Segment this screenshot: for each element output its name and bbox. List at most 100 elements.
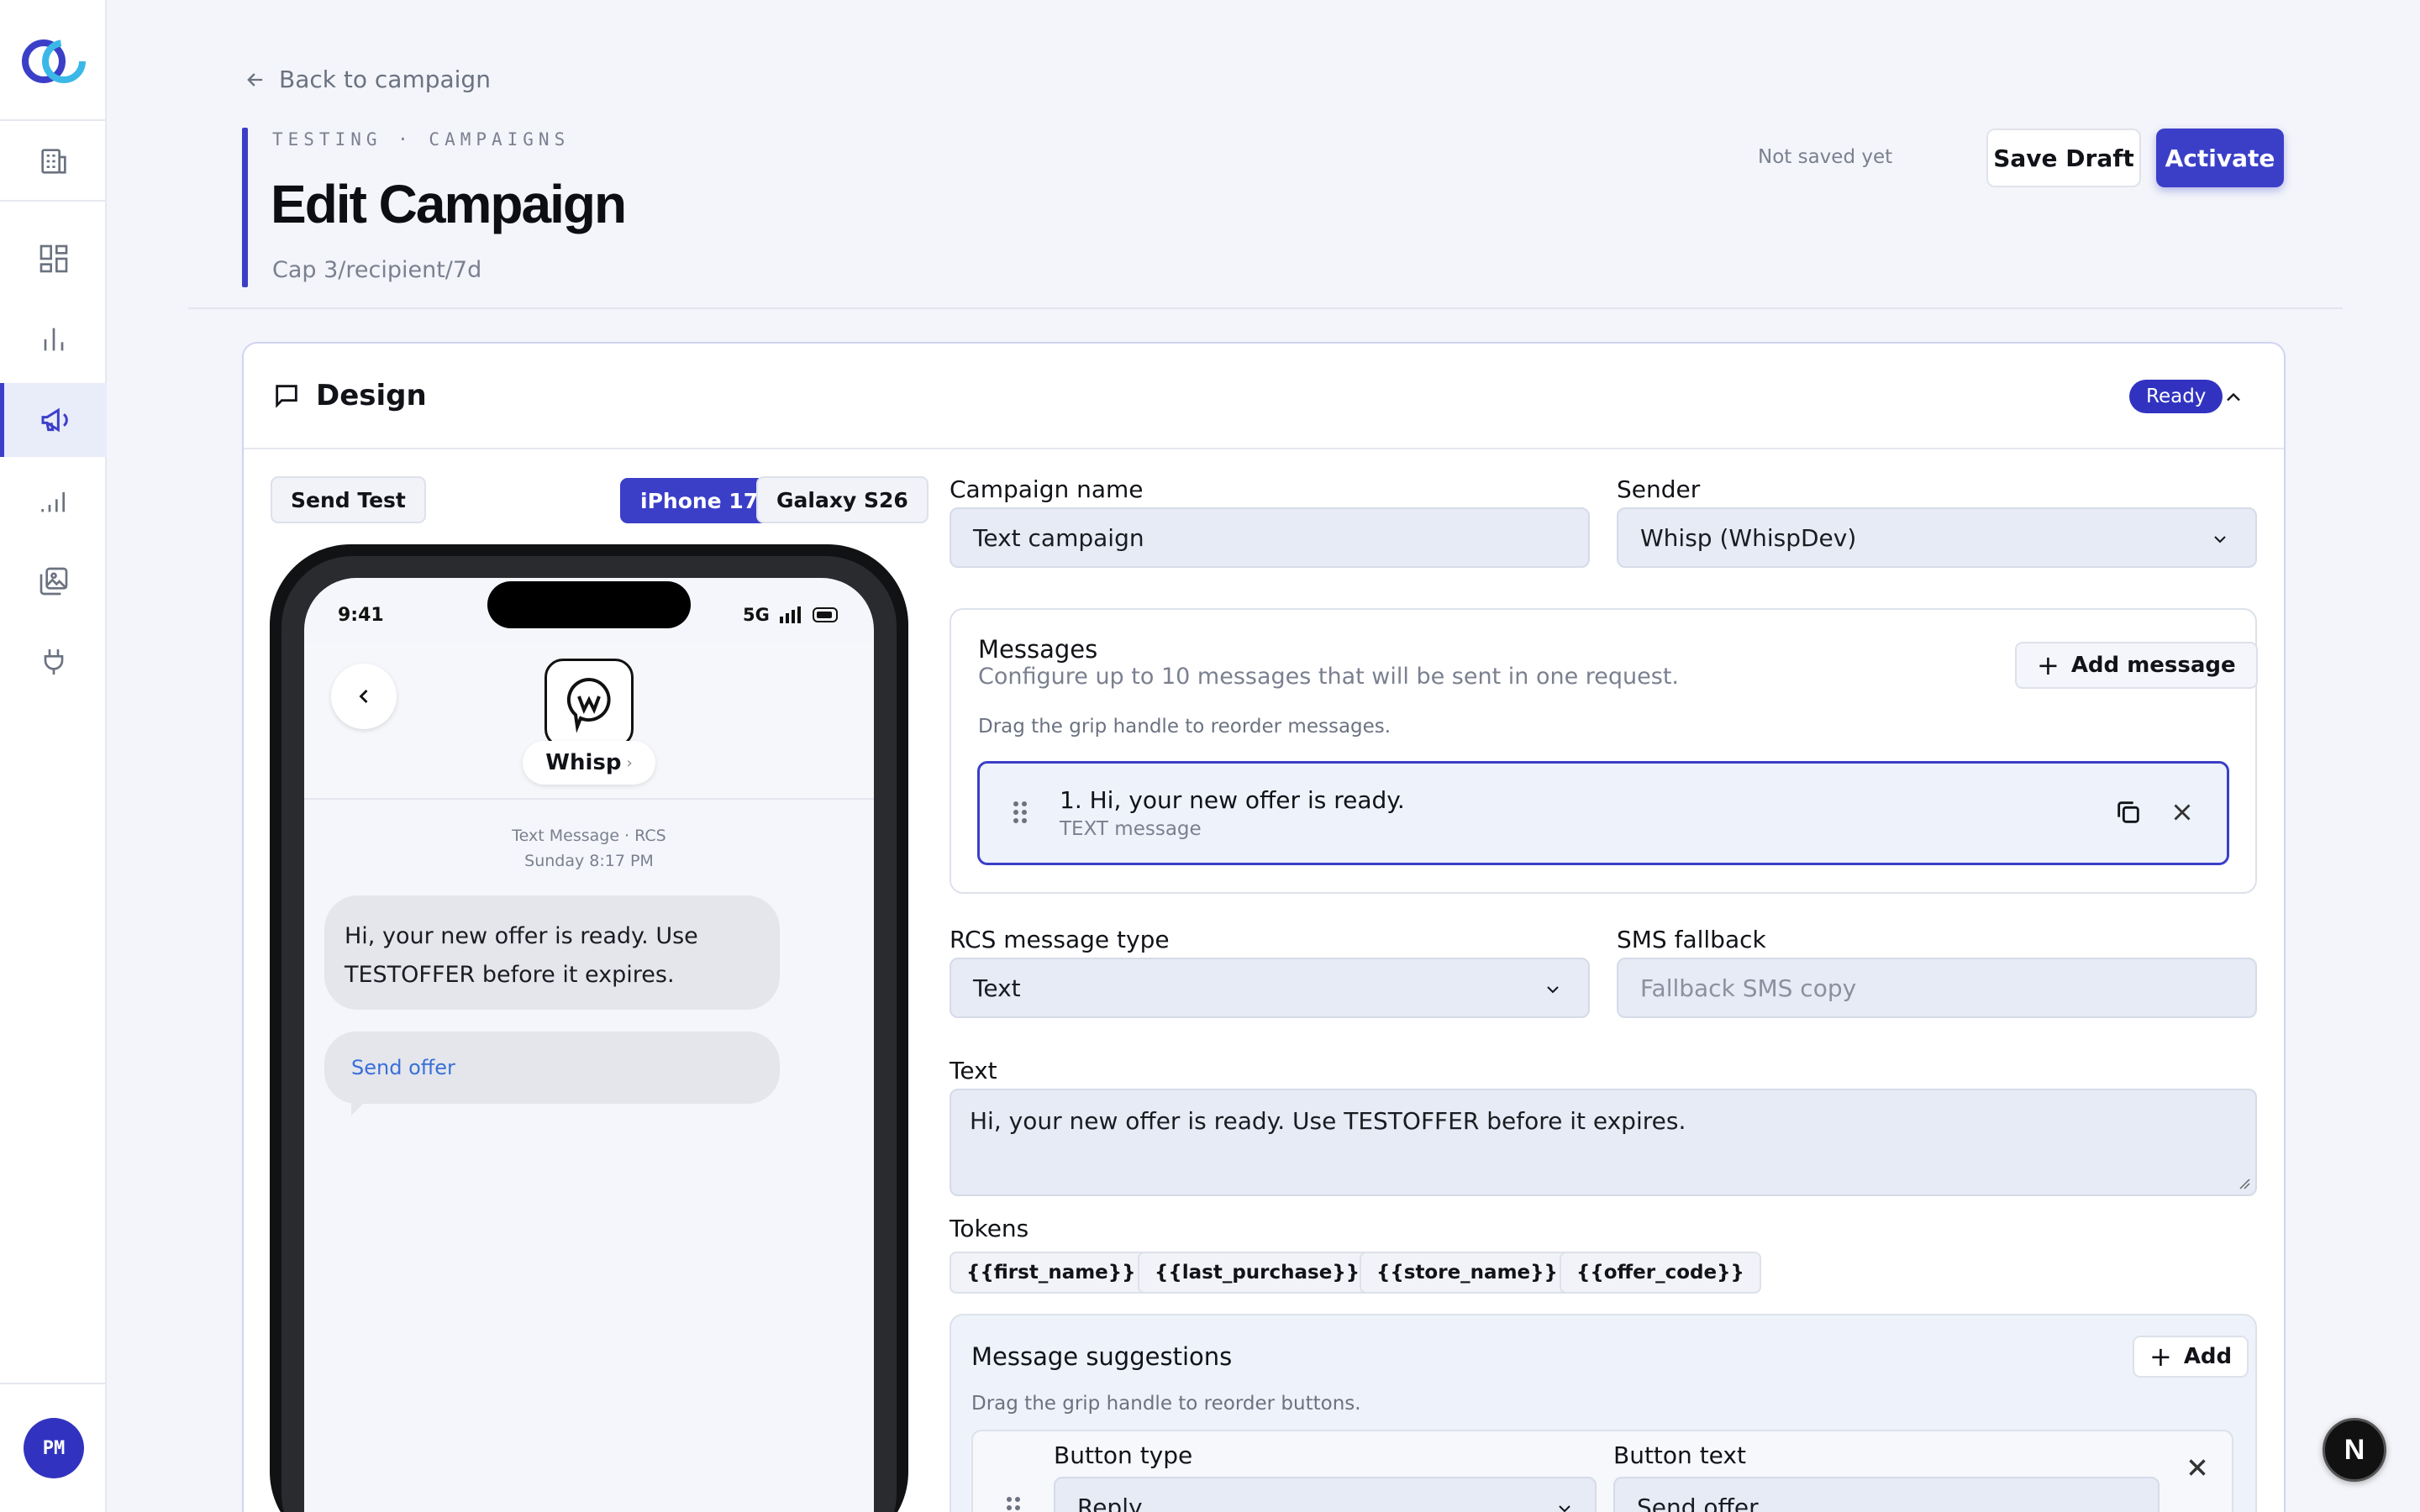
plus-icon: + [2149,1341,2172,1373]
button-type-select[interactable]: Reply [1054,1477,1597,1512]
token-chip[interactable]: {{first_name}} [950,1252,1153,1294]
sidebar-item-campaigns[interactable] [0,383,107,457]
sidebar-item-analytics[interactable] [0,302,107,376]
message-item-title: 1. Hi, your new offer is ready. [1060,786,1405,814]
brand-chevron-icon: › [626,753,633,772]
save-draft-button[interactable]: Save Draft [1986,129,2141,187]
chevron-down-icon [1559,1505,1570,1512]
rcs-type-select[interactable]: Text [950,958,1590,1018]
back-to-campaign-link[interactable]: Back to campaign [244,66,491,93]
bar-chart-icon [44,328,63,351]
brand-name: Whisp [545,750,622,775]
framework-badge[interactable]: N [2323,1418,2386,1482]
megaphone-icon [41,407,68,433]
token-chip[interactable]: {{offer_code}} [1560,1252,1761,1294]
chevron-down-icon [1547,986,1559,994]
messages-description: Configure up to 10 messages that will be… [978,664,1680,690]
message-channel: Text Message · RCS [512,827,666,845]
title-accent-bar [242,128,248,287]
campaign-name-input[interactable]: Text campaign [950,507,1590,568]
message-meta: Text Message · RCS Sunday 8:17 PM [304,823,874,874]
text-value: Hi, your new offer is ready. Use TESTOFF… [970,1107,1686,1135]
text-input[interactable]: Hi, your new offer is ready. Use TESTOFF… [950,1089,2257,1196]
sms-fallback-placeholder: Fallback SMS copy [1640,974,1857,1002]
arrow-left-icon [247,72,263,87]
send-test-button[interactable]: Send Test [271,476,426,523]
suggestion-chip[interactable]: Send offer [324,1032,780,1104]
sender-select[interactable]: Whisp (WhispDev) [1617,507,2257,568]
image-gallery-icon [39,567,67,596]
sender-label: Sender [1617,475,1701,503]
button-text-input[interactable]: Send offer [1613,1477,2160,1512]
sidebar-item-media[interactable] [0,544,107,618]
button-type-value: Reply [1077,1493,1143,1512]
copy-icon[interactable] [2114,798,2143,827]
close-icon[interactable] [2183,1453,2212,1482]
chevron-left-icon [359,690,368,703]
page-title: Edit Campaign [271,174,627,234]
brand-name-pill[interactable]: Whisp › [523,741,655,785]
rcs-type-label: RCS message type [950,926,1170,953]
breadcrumb: TESTING · CAMPAIGNS [272,129,571,150]
add-suggestion-label: Add [2183,1344,2233,1369]
app-logo[interactable] [18,34,89,89]
dashboard-icon [39,244,67,273]
signal-battery-icon [780,606,838,623]
back-link-label: Back to campaign [279,66,491,93]
sidebar: PM [0,0,107,1512]
sidebar-item-dashboard[interactable] [0,222,107,296]
design-card-header[interactable]: Design Ready [244,344,2284,449]
status-badge: Ready [2129,380,2223,413]
tokens-label: Tokens [950,1215,1029,1242]
device-galaxy-button[interactable]: Galaxy S26 [756,476,929,523]
token-chip[interactable]: {{last_purchase}} [1138,1252,1377,1294]
save-status: Not saved yet [1758,146,1893,168]
close-icon[interactable] [2168,798,2196,827]
chevron-up-icon[interactable] [2222,386,2245,409]
device-iphone-button[interactable]: iPhone 17 [620,478,779,523]
sms-fallback-input[interactable]: Fallback SMS copy [1617,958,2257,1018]
bubble-tail [351,1097,370,1116]
suggestions-title: Message suggestions [971,1342,1233,1371]
message-timestamp: Sunday 8:17 PM [524,852,654,870]
plug-icon [44,649,63,675]
sms-fallback-label: SMS fallback [1617,926,1766,953]
plus-icon: + [2037,649,2060,681]
header-divider [188,307,2343,309]
sidebar-item-building[interactable] [0,124,107,198]
token-chip[interactable]: {{store_name}} [1360,1252,1575,1294]
sidebar-item-integrations[interactable] [0,625,107,699]
design-title: Design [316,379,427,412]
signal-icon [40,492,65,512]
button-text-value: Send offer [1637,1493,1759,1512]
phone-back-button[interactable] [331,664,397,729]
rcs-type-value: Text [973,974,1021,1002]
status-time: 9:41 [338,605,384,626]
add-message-button[interactable]: + Add message [2015,642,2258,689]
add-suggestion-button[interactable]: + Add [2133,1336,2249,1378]
text-label: Text [950,1057,997,1084]
button-type-label: Button type [1054,1441,1193,1469]
status-network: 5G [743,605,770,625]
campaign-name-label: Campaign name [950,475,1144,503]
add-message-label: Add message [2070,653,2236,678]
messages-title: Messages [978,635,1098,664]
dynamic-island [487,581,691,628]
chevron-down-icon [2214,536,2226,543]
page-subtitle: Cap 3/recipient/7d [272,257,482,283]
sidebar-item-signals[interactable] [0,464,107,538]
grip-handle-icon[interactable] [1005,1495,1022,1512]
message-item-type: TEXT message [1060,818,1202,840]
grip-handle-icon[interactable] [1012,800,1028,825]
avatar[interactable]: PM [24,1418,84,1478]
button-text-label: Button text [1613,1441,1746,1469]
suggestions-hint: Drag the grip handle to reorder buttons. [971,1393,1361,1415]
activate-button[interactable]: Activate [2156,129,2284,187]
building-icon [40,149,66,174]
message-square-icon [276,385,297,408]
resize-handle-icon[interactable] [2237,1176,2250,1189]
message-bubble: Hi, your new offer is ready. Use TESTOFF… [324,895,780,1010]
brand-logo-icon [544,659,634,748]
sender-value: Whisp (WhispDev) [1640,523,1857,552]
campaign-name-value: Text campaign [973,523,1144,552]
